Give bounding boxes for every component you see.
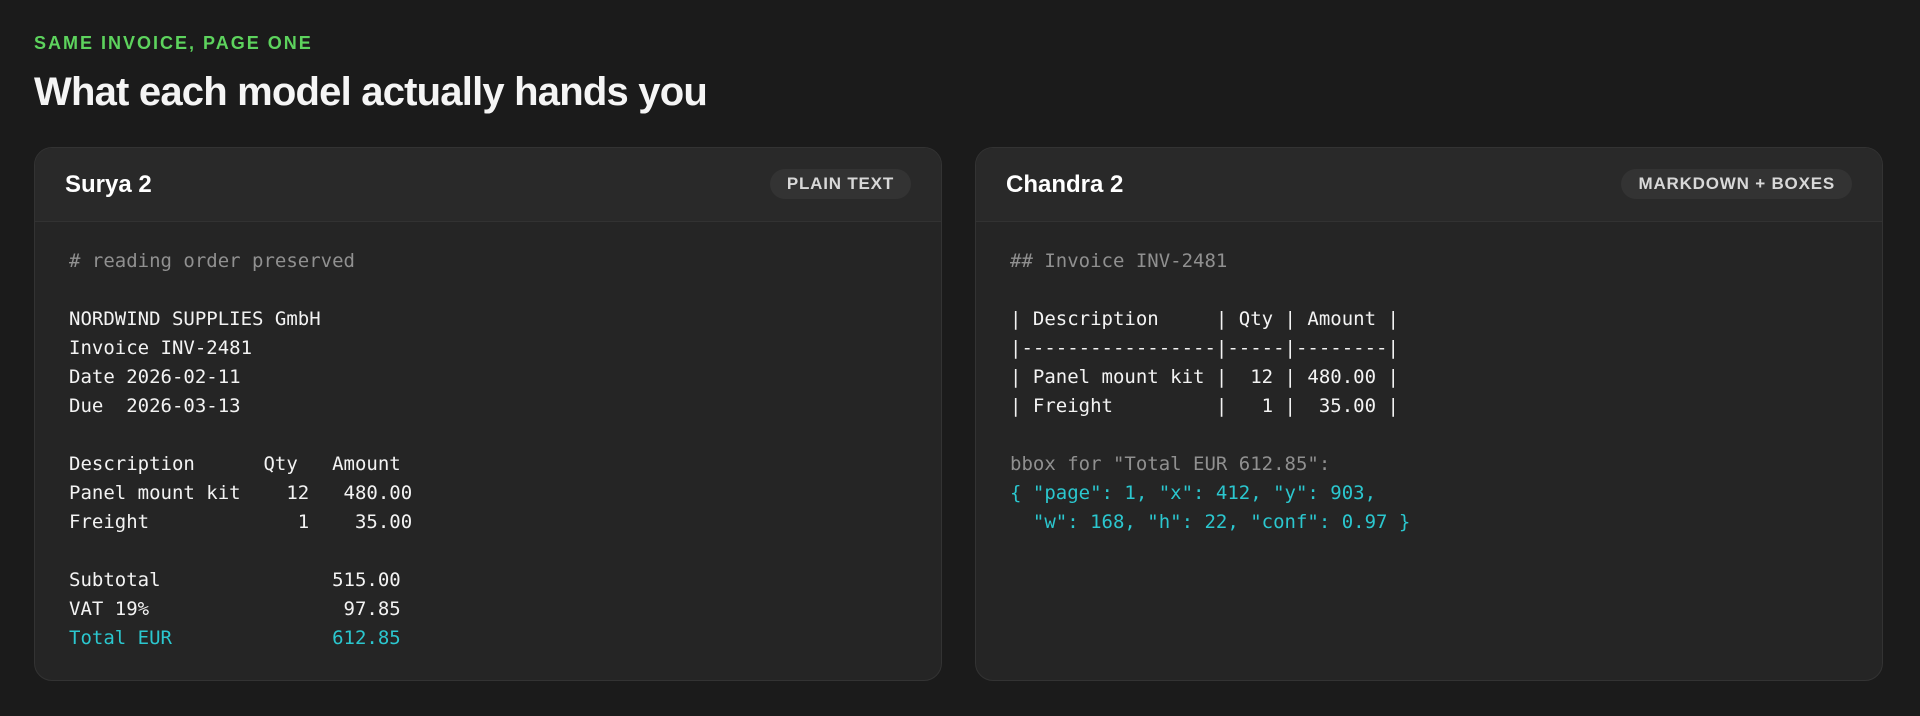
- code-line: Date 2026-02-11: [69, 366, 241, 388]
- format-badge: PLAIN TEXT: [769, 169, 911, 199]
- output-code-block: ## Invoice INV-2481 | Description | Qty |…: [1010, 247, 1410, 537]
- code-line: # reading order preserved: [69, 250, 355, 272]
- comparison-cards: Surya 2 PLAIN TEXT # reading order prese…: [34, 147, 1883, 681]
- code-line: | Freight | 1 | 35.00 |: [1010, 395, 1399, 417]
- card-header: Surya 2 PLAIN TEXT: [35, 148, 941, 222]
- code-line: Invoice INV-2481: [69, 337, 253, 359]
- card-title: Surya 2: [65, 171, 152, 198]
- card-surya: Surya 2 PLAIN TEXT # reading order prese…: [34, 147, 942, 681]
- code-line: Description Qty Amount: [69, 453, 401, 475]
- card-chandra: Chandra 2 MARKDOWN + BOXES ## Invoice IN…: [975, 147, 1883, 681]
- card-header: Chandra 2 MARKDOWN + BOXES: [976, 148, 1882, 222]
- page: SAME INVOICE, PAGE ONE What each model a…: [34, 30, 1883, 681]
- format-badge: MARKDOWN + BOXES: [1621, 169, 1852, 199]
- code-line: ## Invoice INV-2481: [1010, 250, 1228, 272]
- code-line: "w": 168, "h": 22, "conf": 0.97 }: [1010, 511, 1411, 533]
- code-line: { "page": 1, "x": 412, "y": 903,: [1010, 482, 1377, 504]
- code-line: VAT 19% 97.85: [69, 598, 401, 620]
- eyebrow-label: SAME INVOICE, PAGE ONE: [34, 33, 313, 53]
- code-line: Due 2026-03-13: [69, 395, 241, 417]
- code-line: NORDWIND SUPPLIES GmbH: [69, 308, 321, 330]
- page-title: What each model actually hands you: [34, 70, 708, 114]
- code-line: Panel mount kit 12 480.00: [69, 482, 413, 504]
- code-line: bbox for "Total EUR 612.85":: [1010, 453, 1331, 475]
- code-line: Subtotal 515.00: [69, 569, 401, 591]
- code-line: | Description | Qty | Amount |: [1010, 308, 1399, 330]
- output-code-block: # reading order preserved NORDWIND SUPPLI…: [69, 247, 412, 653]
- code-line: | Panel mount kit | 12 | 480.00 |: [1010, 366, 1399, 388]
- code-line: Freight 1 35.00: [69, 511, 413, 533]
- code-line: Total EUR 612.85: [69, 627, 401, 649]
- code-line: |-----------------|-----|--------|: [1010, 337, 1399, 359]
- card-title: Chandra 2: [1006, 171, 1124, 198]
